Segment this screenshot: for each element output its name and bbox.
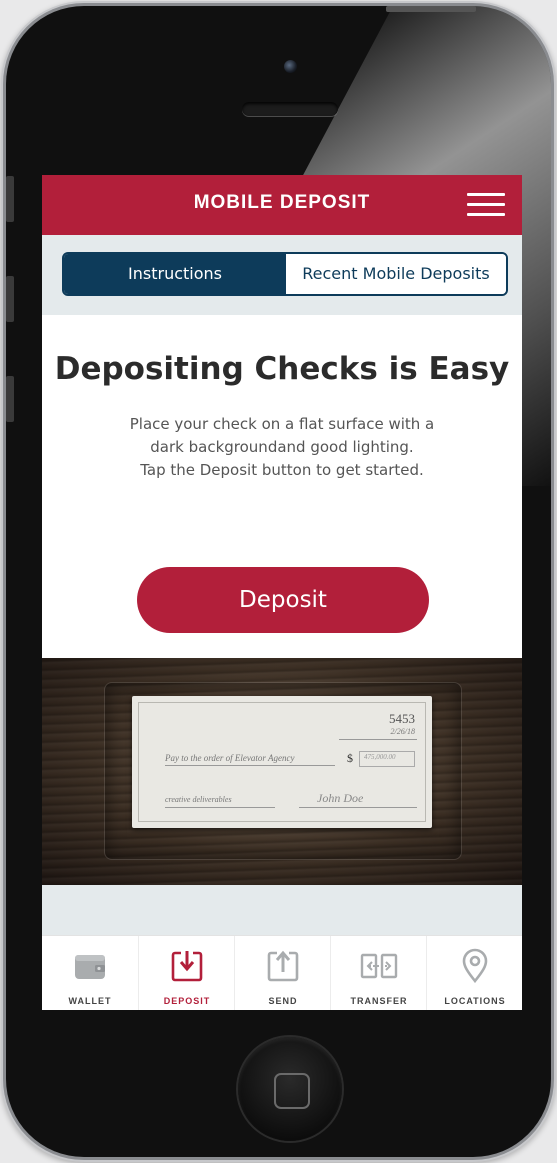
segmented-control-bar: Instructions Recent Mobile Deposits xyxy=(42,235,522,315)
dollar-sign: $ xyxy=(347,751,353,765)
page-title: MOBILE DEPOSIT xyxy=(193,192,371,213)
home-button[interactable] xyxy=(238,1037,342,1141)
location-pin-icon xyxy=(462,948,488,984)
instructions-line-1: Place your check on a flat surface with … xyxy=(129,415,435,433)
date-line xyxy=(339,739,417,740)
earpiece-speaker xyxy=(242,102,338,116)
headline: Depositing Checks is Easy xyxy=(54,351,510,387)
spacer-band xyxy=(42,885,522,935)
wallet-icon xyxy=(75,955,105,979)
tab-send[interactable]: SEND xyxy=(234,936,331,1010)
check-amount: 475,000.00 xyxy=(364,753,396,761)
deposit-icon xyxy=(171,950,203,982)
segmented-control: Instructions Recent Mobile Deposits xyxy=(62,252,508,296)
front-camera xyxy=(284,60,297,73)
app-screen: MOBILE DEPOSIT Instructions Recent Mobil… xyxy=(42,175,522,1010)
instructions-line-3: Tap the Deposit button to get started. xyxy=(140,461,424,479)
mute-switch xyxy=(6,176,14,222)
transfer-icon xyxy=(360,953,398,979)
tab-label-transfer: TRANSFER xyxy=(350,996,408,1006)
check-payee: Pay to the order of Elevator Agency xyxy=(165,753,295,763)
tab-label-deposit: DEPOSIT xyxy=(163,996,211,1006)
power-button xyxy=(386,6,476,12)
signature-line xyxy=(299,807,417,808)
volume-down-button xyxy=(6,376,14,422)
check-date: 2/26/18 xyxy=(390,727,415,736)
deposit-button[interactable]: Deposit xyxy=(137,567,429,633)
instructions-text: Place your check on a flat surface with … xyxy=(82,413,482,482)
tab-transfer[interactable]: TRANSFER xyxy=(330,936,427,1010)
tab-instructions[interactable]: Instructions xyxy=(64,254,286,294)
home-square-icon xyxy=(274,1073,310,1109)
tab-deposit[interactable]: DEPOSIT xyxy=(138,936,235,1010)
instructions-panel: Depositing Checks is Easy Place your che… xyxy=(42,315,522,658)
tab-label-send: SEND xyxy=(268,996,298,1006)
tab-label-locations: LOCATIONS xyxy=(444,996,506,1006)
send-icon xyxy=(267,950,299,982)
payee-line xyxy=(165,765,335,766)
hamburger-menu-icon[interactable] xyxy=(467,193,505,217)
check-signature: John Doe xyxy=(317,791,364,805)
check-number: 5453 xyxy=(389,711,415,726)
instructions-line-2: dark backgroundand good lighting. xyxy=(150,438,414,456)
sample-check: 5453 2/26/18 Pay to the order of Elevato… xyxy=(132,696,432,828)
tab-label-wallet: WALLET xyxy=(68,996,112,1006)
check-illustration: 5453 2/26/18 Pay to the order of Elevato… xyxy=(42,658,522,885)
amount-box: 475,000.00 xyxy=(359,751,415,767)
check-border: 5453 2/26/18 Pay to the order of Elevato… xyxy=(138,702,426,822)
check-memo: creative deliverables xyxy=(165,795,232,804)
tab-wallet[interactable]: WALLET xyxy=(42,936,138,1010)
app-header: MOBILE DEPOSIT xyxy=(42,175,522,235)
bottom-tab-bar: WALLET DEPOSIT SEND TRANSFER LOCATIONS xyxy=(42,935,522,1010)
volume-up-button xyxy=(6,276,14,322)
memo-line xyxy=(165,807,275,808)
tab-recent-mobile-deposits[interactable]: Recent Mobile Deposits xyxy=(286,254,506,294)
tab-locations[interactable]: LOCATIONS xyxy=(426,936,522,1010)
